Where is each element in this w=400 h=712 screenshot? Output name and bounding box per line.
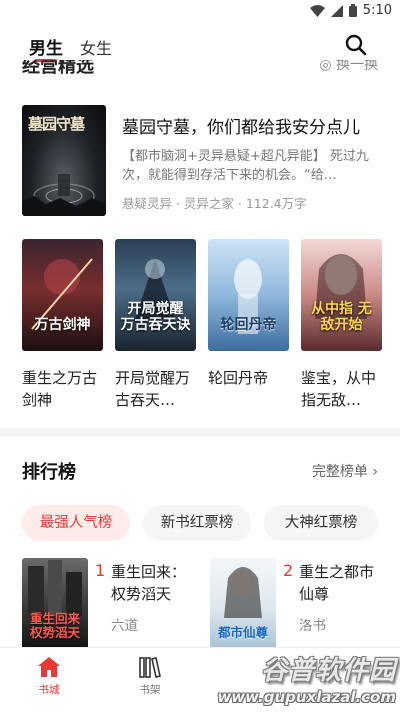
featured-book[interactable]: 墓园守墓 墓园守墓，你们都给我安分点儿 【都市脑洞+灵异悬疑+超凡异能】 死过九… [22, 105, 382, 217]
refresh-button[interactable]: ◎ 换一换 [319, 60, 378, 74]
book-card[interactable]: 万古剑神 重生之万古剑神 [22, 239, 103, 411]
bookshelf-icon [139, 657, 161, 678]
featured-meta: 悬疑灵异 · 灵异之家 · 112.4万字 [122, 196, 307, 211]
cover-title: 都市仙尊 [217, 625, 268, 640]
book-row: 万古剑神 重生之万古剑神 开局觉醒 万古吞天诀 开局觉醒万古吞天… 轮回丹帝 轮… [22, 239, 382, 409]
cover-title: 开局觉醒 万古吞天诀 [120, 301, 191, 333]
cover-title: 万古剑神 [34, 317, 91, 333]
cover-title: 墓园守墓 [28, 115, 85, 133]
book-card[interactable]: 开局觉醒 万古吞天诀 开局觉醒万古吞天… [115, 239, 196, 411]
ranking-title: 排行榜 [22, 462, 76, 483]
nav-label: 书城 [38, 684, 60, 696]
cover-art-icon [31, 258, 93, 330]
wifi-icon [309, 4, 325, 17]
book-title: 轮回丹帝 [208, 369, 269, 387]
book-cover: 墓园守墓 [22, 105, 106, 216]
rank-book-title: 重生之都市仙尊 [299, 563, 375, 603]
featured-title: 墓园守墓，你们都给我安分点儿 [122, 118, 360, 138]
book-card[interactable]: 从中指 无敌开始 鉴宝，从中指无敌… [301, 239, 382, 411]
ranking-list: 重生回来 权势滔天 1 重生回来：权势滔天 六道 都市仙尊 2 重生之都市仙尊 … [22, 558, 382, 648]
featured-description: 【都市脑洞+灵异悬疑+超凡异能】 死过九次，就能得到存活下来的机会。“给… [122, 149, 369, 183]
cover-title: 轮回丹帝 [220, 317, 277, 333]
book-title: 开局觉醒万古吞天… [115, 369, 191, 409]
tab-master-votes[interactable]: 大神红票榜 [264, 505, 378, 541]
cover-art-icon [22, 174, 106, 216]
book-card[interactable]: 轮回丹帝 轮回丹帝 [208, 239, 289, 411]
cover-art-icon [315, 254, 367, 319]
cover-art-icon [234, 259, 262, 334]
cover-title: 从中指 无敌开始 [311, 301, 372, 333]
rank-book-title: 重生回来：权势滔天 [111, 563, 187, 603]
battery-icon [348, 4, 357, 17]
tab-female[interactable]: 女生 [80, 35, 112, 59]
book-cover: 开局觉醒 万古吞天诀 [115, 239, 196, 351]
full-ranking-link[interactable]: 完整榜单 › [312, 461, 378, 481]
book-cover: 万古剑神 [22, 239, 103, 351]
watermark: 谷普软件园 www.gupuxlazal.com [217, 650, 396, 710]
book-cover: 轮回丹帝 [208, 239, 289, 351]
nav-bookstore[interactable]: 书城 [21, 656, 77, 697]
rank-number: 1 [95, 561, 106, 580]
rank-author: 洛书 [299, 618, 326, 634]
cover-title: 重生回来 权势滔天 [29, 611, 80, 640]
book-cover: 从中指 无敌开始 [301, 239, 382, 351]
watermark-text: 谷普软件园 [260, 656, 396, 686]
section-header-partial: 经营精选 ◎ 换一换 [22, 60, 378, 82]
ranking-item[interactable]: 重生回来 权势滔天 1 重生回来：权势滔天 六道 [22, 558, 198, 648]
book-cover: 都市仙尊 [210, 558, 276, 648]
nav-label: 书架 [139, 684, 161, 696]
ranking-tabs: 最强人气榜 新书红票榜 大神红票榜 [22, 505, 382, 541]
tab-popularity[interactable]: 最强人气榜 [22, 505, 130, 541]
book-cover: 重生回来 权势滔天 [22, 558, 88, 648]
book-title: 重生之万古剑神 [22, 369, 98, 409]
cover-art-icon [135, 259, 175, 319]
search-button[interactable] [344, 33, 368, 57]
watermark-url: www.gupuxlazal.com [217, 688, 396, 706]
status-bar: 5:10 [0, 0, 400, 24]
top-nav: 男生 女生 [0, 26, 400, 64]
section-divider [0, 428, 400, 437]
nav-bookshelf[interactable]: 书架 [122, 656, 178, 697]
ranking-item[interactable]: 都市仙尊 2 重生之都市仙尊 洛书 [210, 558, 382, 648]
search-icon [345, 34, 367, 56]
rank-author: 六道 [111, 618, 138, 634]
status-time: 5:10 [362, 3, 392, 18]
ranking-header: 排行榜 完整榜单 › [22, 458, 378, 484]
tab-new-book-votes[interactable]: 新书红票榜 [143, 505, 251, 541]
section-title: 经营精选 [22, 60, 94, 77]
signal-icon [330, 4, 343, 17]
status-icons: 5:10 [309, 3, 392, 18]
book-title: 鉴宝，从中指无敌… [301, 369, 377, 409]
home-icon [38, 657, 60, 677]
rank-number: 2 [283, 561, 294, 580]
tab-male[interactable]: 男生 [29, 34, 63, 59]
